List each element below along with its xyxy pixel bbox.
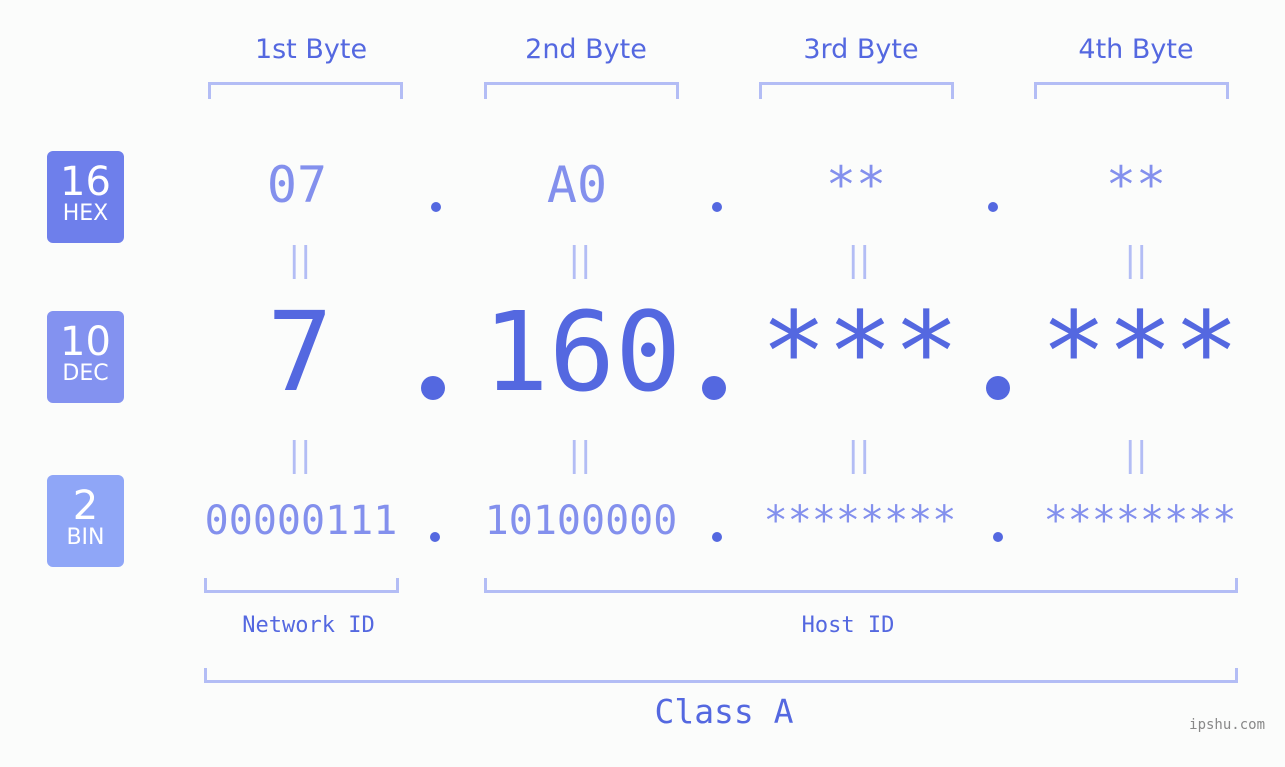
dec-separator-dot <box>986 376 1010 400</box>
class-bracket <box>204 668 1238 683</box>
host-id-label: Host ID <box>801 613 895 638</box>
equals-sign: || <box>847 240 871 280</box>
bin-byte-2: 10100000 <box>484 498 678 544</box>
byte-header-2: 2nd Byte <box>525 34 647 65</box>
hex-byte-2: A0 <box>546 156 608 214</box>
hex-separator-dot <box>431 202 441 212</box>
byte-header-1: 1st Byte <box>254 34 368 65</box>
bin-byte-1: 00000111 <box>204 498 398 544</box>
byte-bracket-2 <box>484 82 679 99</box>
dec-byte-4: *** <box>1040 288 1240 416</box>
dec-separator-dot <box>702 376 726 400</box>
dec-byte-2: 160 <box>482 288 682 416</box>
hex-byte-4: ** <box>1105 156 1167 214</box>
bin-byte-4: ******** <box>1043 498 1237 544</box>
dec-badge: 10 DEC <box>47 311 124 403</box>
hex-byte-3: ** <box>825 156 887 214</box>
equals-sign: || <box>288 240 312 280</box>
bin-badge: 2 BIN <box>47 475 124 567</box>
byte-header-3: 3rd Byte <box>803 34 919 65</box>
hex-base-label: HEX <box>62 201 109 226</box>
equals-sign: || <box>288 435 312 475</box>
bin-separator-dot <box>993 532 1003 542</box>
dec-byte-3: *** <box>760 288 960 416</box>
byte-header-4: 4th Byte <box>1078 34 1194 65</box>
byte-bracket-3 <box>759 82 954 99</box>
network-id-label: Network ID <box>242 613 375 638</box>
equals-sign: || <box>1124 240 1148 280</box>
equals-sign: || <box>568 435 592 475</box>
bin-separator-dot <box>430 532 440 542</box>
host-id-bracket <box>484 578 1238 593</box>
dec-byte-1: 7 <box>266 288 334 416</box>
dec-base-label: DEC <box>62 361 109 386</box>
hex-byte-1: 07 <box>266 156 328 214</box>
equals-sign: || <box>847 435 871 475</box>
watermark: ipshu.com <box>1189 717 1265 733</box>
bin-separator-dot <box>712 532 722 542</box>
bin-byte-3: ******** <box>763 498 957 544</box>
dec-separator-dot <box>421 376 445 400</box>
hex-separator-dot <box>712 202 722 212</box>
network-id-bracket <box>204 578 399 593</box>
equals-sign: || <box>568 240 592 280</box>
hex-base-number: 16 <box>60 159 111 205</box>
byte-bracket-1 <box>208 82 403 99</box>
dec-base-number: 10 <box>60 319 111 365</box>
bin-base-label: BIN <box>66 525 105 550</box>
bin-base-number: 2 <box>72 483 99 529</box>
hex-separator-dot <box>988 202 998 212</box>
byte-bracket-4 <box>1034 82 1229 99</box>
hex-badge: 16 HEX <box>47 151 124 243</box>
class-label: Class A <box>654 692 794 731</box>
equals-sign: || <box>1124 435 1148 475</box>
